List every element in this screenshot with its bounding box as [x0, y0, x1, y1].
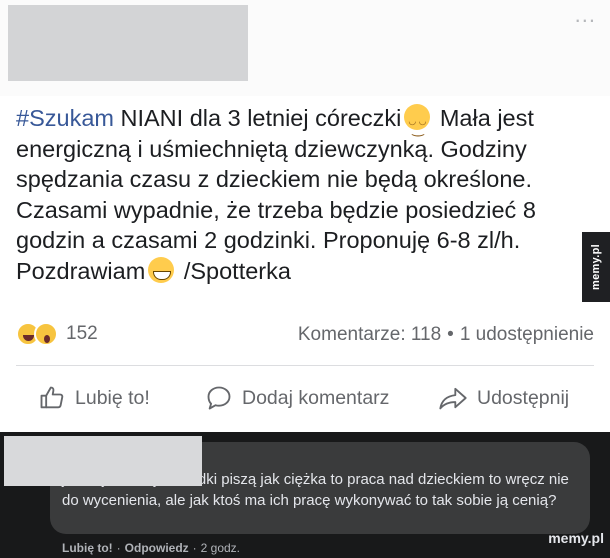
wow-reaction-icon — [34, 322, 58, 346]
comment-bubble-icon — [207, 386, 231, 410]
comments-count-link[interactable]: Komentarze: 118 — [298, 324, 441, 345]
shares-count-link[interactable]: 1 udostępnienie — [460, 324, 594, 345]
comment-section: jak to jest, że jak Madki piszą jak cięż… — [0, 432, 610, 558]
comment-reply-link[interactable]: Odpowiedz — [125, 541, 189, 555]
smiling-face-icon — [404, 104, 431, 144]
comment-sep: · — [116, 541, 121, 555]
hashtag-link[interactable]: #Szukam — [16, 105, 114, 131]
comment-button[interactable]: Dodaj komentarz — [205, 384, 389, 412]
watermark-side: memy.pl — [582, 232, 610, 302]
post-text-line1-end: Mała — [433, 105, 491, 131]
share-button[interactable]: Udostępnij — [438, 384, 569, 412]
action-bar: Lubię to! Dodaj komentarz Udostępnij — [0, 384, 610, 424]
like-label: Lubię to! — [75, 386, 150, 409]
comment-time[interactable]: 2 godz. — [201, 541, 240, 555]
thumbs-up-icon — [40, 386, 64, 409]
comment-actions: Lubię to! · Odpowiedz · 2 godz. — [62, 541, 240, 555]
stats-separator: • — [447, 324, 454, 345]
post-text-line1: NIANI dla 3 letniej córeczki — [113, 105, 402, 131]
share-arrow-icon — [439, 387, 467, 410]
divider — [16, 365, 594, 366]
grinning-face-icon — [148, 256, 175, 290]
post-menu-button[interactable]: ... — [575, 2, 596, 28]
comment-sep-2: · — [192, 541, 197, 555]
comment-label: Dodaj komentarz — [242, 386, 390, 409]
post-text-end: /Spotterka — [177, 257, 291, 284]
reactions-summary[interactable]: 152 — [16, 322, 98, 346]
watermark-bottom: memy.pl — [548, 530, 604, 546]
post-stats: Komentarze: 118 • 1 udostępnienie — [298, 324, 594, 346]
reaction-count: 152 — [66, 323, 98, 344]
comment-like-link[interactable]: Lubię to! — [62, 541, 113, 555]
post-header: ... — [0, 0, 610, 96]
post-body: #Szukam NIANI dla 3 letniej córeczki Mał… — [16, 103, 588, 290]
like-button[interactable]: Lubię to! — [38, 384, 150, 412]
redacted-author-area — [8, 5, 248, 81]
redacted-commenter-area — [4, 436, 202, 486]
share-label: Udostępnij — [477, 386, 570, 409]
